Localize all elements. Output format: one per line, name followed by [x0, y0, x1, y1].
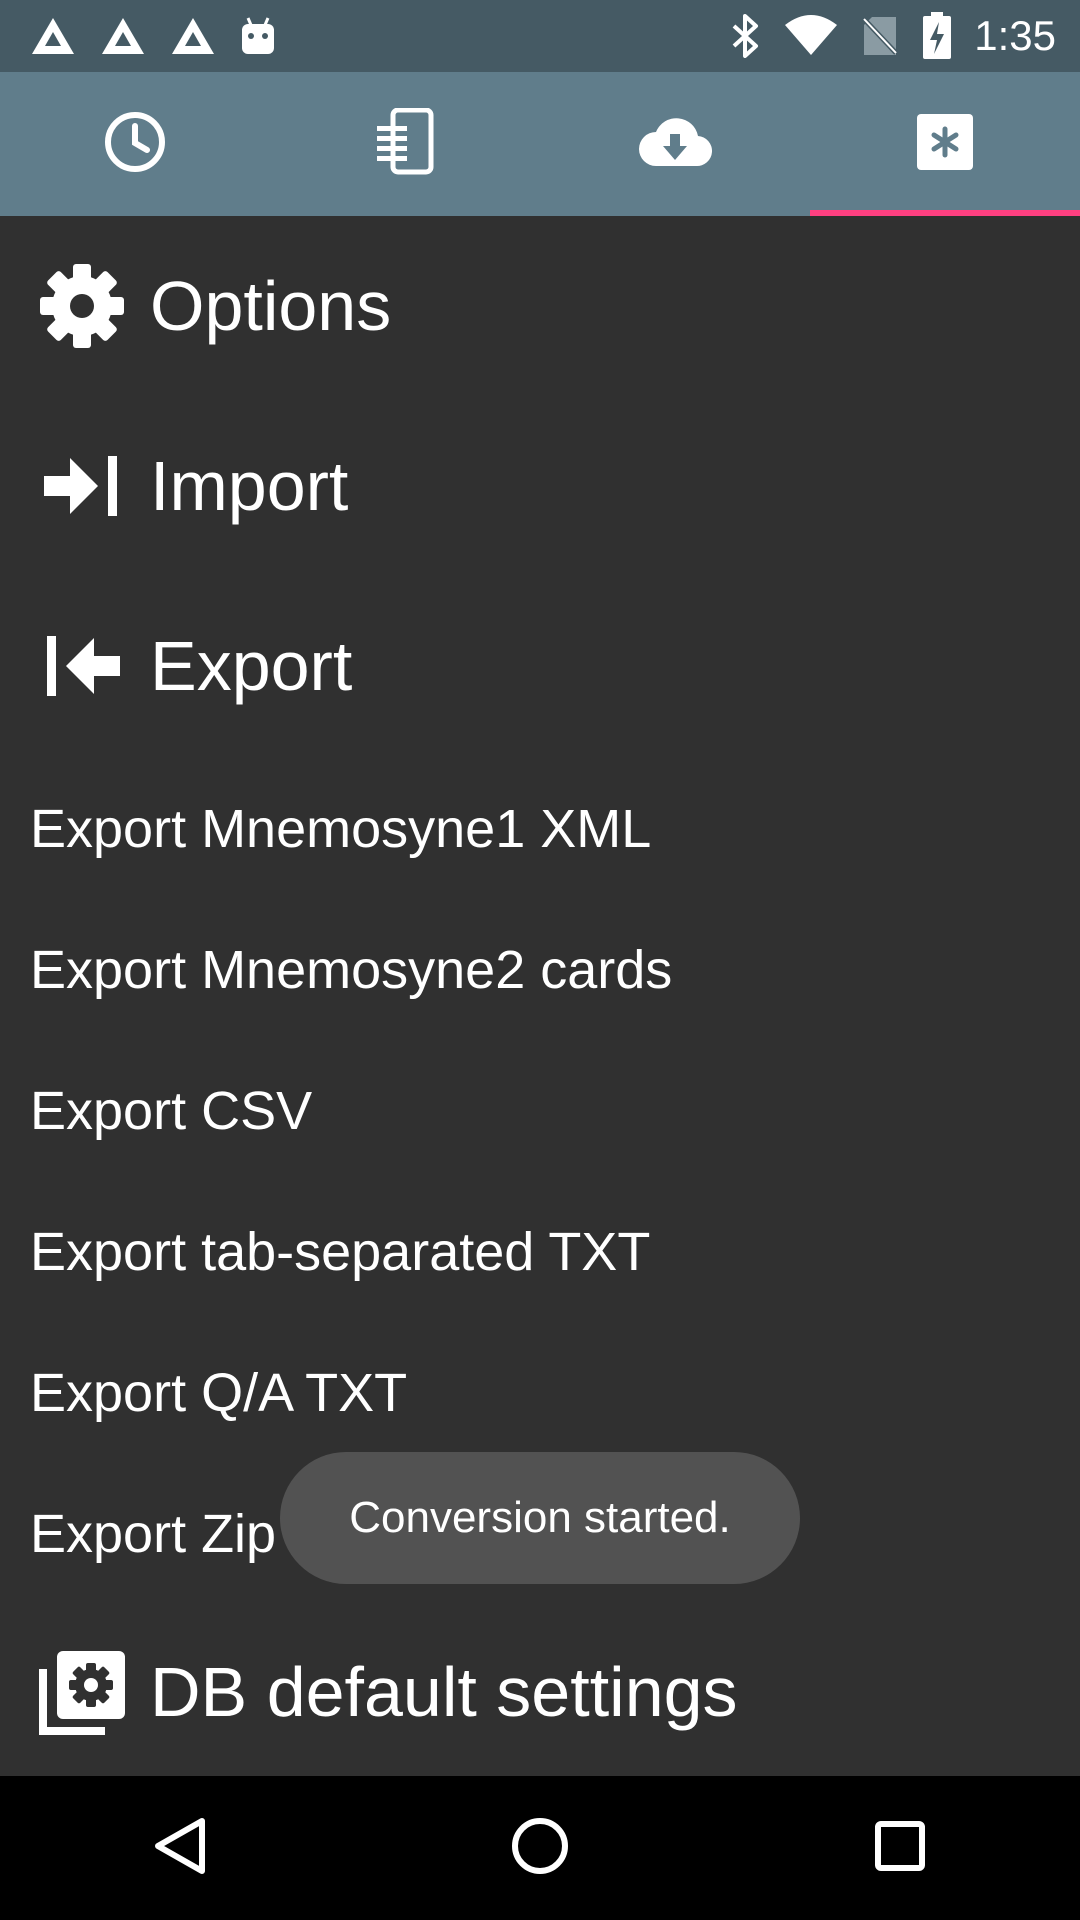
- tab-cards[interactable]: [270, 72, 540, 216]
- export-option-label: Export CSV: [30, 1080, 313, 1141]
- tab-bar: [0, 72, 1080, 216]
- db-settings-icon: [36, 1646, 128, 1738]
- import-label: Import: [150, 447, 349, 525]
- export-label: Export: [150, 627, 353, 705]
- asterisk-icon: [917, 113, 973, 175]
- tab-settings[interactable]: [810, 72, 1080, 216]
- export-option-label: Export tab-separated TXT: [30, 1221, 651, 1282]
- cloud-download-icon: [638, 116, 713, 173]
- export-mnemosyne2-cards[interactable]: Export Mnemosyne2 cards: [0, 899, 1080, 1040]
- recents-button[interactable]: [820, 1776, 980, 1920]
- import-icon: [36, 440, 128, 532]
- notification-icons: [30, 12, 300, 60]
- navigation-bar: [0, 1776, 1080, 1920]
- status-bar: 1:35: [0, 0, 1080, 72]
- export-option-label: Export Zip: [30, 1503, 277, 1564]
- home-button[interactable]: [460, 1776, 620, 1920]
- triangle-notification-icon: [170, 16, 216, 56]
- export-tab-separated-txt[interactable]: Export tab-separated TXT: [0, 1181, 1080, 1322]
- android-icon: [240, 16, 276, 56]
- home-icon: [510, 1816, 570, 1881]
- tab-download[interactable]: [540, 72, 810, 216]
- options-label: Options: [150, 267, 392, 345]
- export-option-label: Export Q/A TXT: [30, 1362, 408, 1423]
- export-icon: [36, 620, 128, 712]
- back-button[interactable]: [100, 1776, 260, 1920]
- triangle-notification-icon: [30, 16, 76, 56]
- recents-icon: [874, 1820, 926, 1877]
- bluetooth-icon: [730, 14, 760, 58]
- options-item[interactable]: Options: [0, 216, 1080, 396]
- triangle-notification-icon: [100, 16, 146, 56]
- toast-message: Conversion started.: [280, 1452, 800, 1584]
- tab-review[interactable]: [0, 72, 270, 216]
- wifi-icon: [784, 15, 838, 57]
- db-default-settings-item[interactable]: DB default settings: [0, 1602, 1080, 1776]
- gear-icon: [36, 260, 128, 352]
- export-option-label: Export Mnemosyne2 cards: [30, 939, 673, 1000]
- battery-charging-icon: [922, 12, 952, 60]
- db-settings-label: DB default settings: [150, 1653, 738, 1731]
- status-time: 1:35: [974, 12, 1056, 59]
- export-item[interactable]: Export: [0, 576, 1080, 756]
- system-icons: 1:35: [706, 0, 1056, 72]
- export-mnemosyne1-xml[interactable]: Export Mnemosyne1 XML: [0, 758, 1080, 899]
- clock-icon: [103, 110, 167, 179]
- import-item[interactable]: Import: [0, 396, 1080, 576]
- export-qa-txt[interactable]: Export Q/A TXT: [0, 1322, 1080, 1463]
- export-csv[interactable]: Export CSV: [0, 1040, 1080, 1181]
- export-option-label: Export Mnemosyne1 XML: [30, 798, 652, 859]
- no-sim-icon: [862, 15, 899, 57]
- back-icon: [152, 1816, 208, 1881]
- card-list-icon: [373, 107, 437, 181]
